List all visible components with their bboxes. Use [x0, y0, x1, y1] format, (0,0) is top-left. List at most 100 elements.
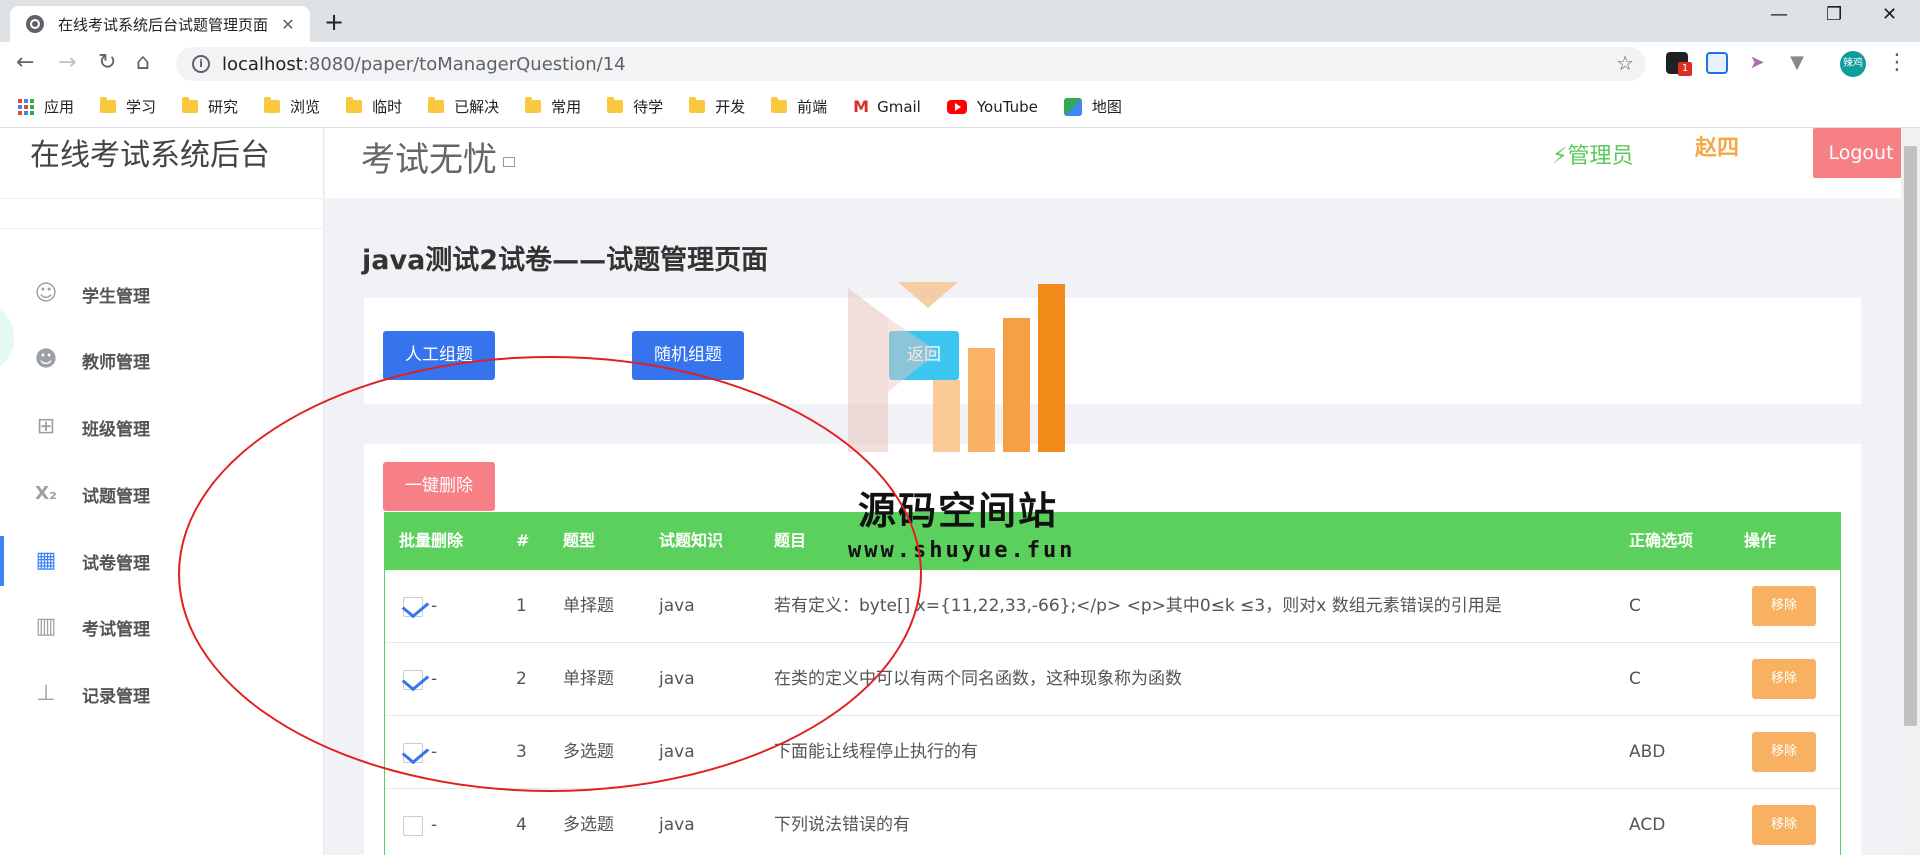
divider: [0, 228, 324, 229]
bookmark-label: 地图: [1091, 98, 1122, 116]
folder-icon: [100, 97, 117, 113]
class-icon: ⊞: [36, 414, 56, 439]
browser-tabstrip: 在线考试系统后台试题管理页面 ✕ + — ❐ ✕: [0, 0, 1920, 42]
vue-extension-icon[interactable]: ▼: [1786, 52, 1808, 74]
restore-icon[interactable]: ❐: [1826, 4, 1842, 25]
back-icon[interactable]: ←: [16, 50, 34, 75]
forward-icon[interactable]: →: [58, 50, 76, 75]
address-bar[interactable]: i localhost:8080/paper/toManagerQuestion…: [176, 47, 1646, 81]
url-path: :8080/paper/toManagerQuestion/14: [302, 53, 626, 75]
row-type: 多选题: [563, 742, 614, 762]
cursor-extension-icon[interactable]: ➤: [1746, 52, 1768, 74]
row-number: 1: [516, 596, 527, 616]
bookmarks-bar: 应用 学习 研究 浏览 临时 已解决 常用 待学 开发 前端 M Gmail Yo…: [0, 86, 1920, 128]
sidebar-item-label: 记录管理: [82, 686, 150, 707]
row-type: 多选题: [563, 815, 614, 835]
row-checkbox[interactable]: [403, 670, 423, 690]
column-header: 题目: [774, 531, 807, 550]
maps-icon: [1063, 97, 1082, 116]
bookmark-label: 待学: [633, 98, 664, 116]
bookmark-folder[interactable]: 前端: [771, 96, 827, 117]
home-icon[interactable]: ⌂: [136, 50, 150, 75]
sidebar-item-exams[interactable]: ▥ 考试管理: [0, 602, 324, 652]
sidebar-item-teachers[interactable]: ☻ 教师管理: [0, 335, 324, 385]
row-number: 3: [516, 742, 527, 762]
bookmark-folder[interactable]: 浏览: [264, 96, 320, 117]
folder-icon: [428, 97, 445, 113]
role-link[interactable]: ⚡管理员: [1552, 138, 1633, 170]
bookmark-label: 应用: [44, 98, 75, 116]
row-checkbox[interactable]: [403, 743, 423, 763]
browser-tab[interactable]: 在线考试系统后台试题管理页面 ✕: [10, 6, 310, 42]
table-row: - 2 单择题 java 在类的定义中可以有两个同名函数，这种现象称为函数 C …: [385, 643, 1840, 716]
row-type: 单择题: [563, 669, 614, 689]
manual-compose-button[interactable]: 人工组题: [383, 331, 495, 380]
bookmark-folder[interactable]: 开发: [689, 96, 745, 117]
remove-button[interactable]: 移除: [1752, 732, 1816, 772]
sidebar-item-papers[interactable]: ▦ 试卷管理: [0, 536, 324, 586]
row-answer: C: [1629, 596, 1641, 616]
remove-button[interactable]: 移除: [1752, 805, 1816, 845]
admin-icon: ⚡: [1552, 144, 1568, 169]
bookmark-folder[interactable]: 临时: [346, 96, 402, 117]
profile-avatar[interactable]: 辣鸡: [1840, 51, 1866, 77]
bookmark-folder[interactable]: 研究: [182, 96, 238, 117]
bookmark-folder[interactable]: 已解决: [428, 96, 499, 117]
site-title: 考试无忧: [361, 132, 515, 181]
bookmark-folder[interactable]: 待学: [607, 96, 663, 117]
column-header: 试题知识: [659, 531, 724, 550]
reload-icon[interactable]: ↻: [98, 50, 116, 75]
bookmark-star-icon[interactable]: ☆: [1616, 51, 1634, 75]
divider: [0, 198, 324, 199]
bookmark-label: 浏览: [290, 98, 321, 116]
sidebar-item-classes[interactable]: ⊞ 班级管理: [0, 402, 324, 452]
bookmark-label: 常用: [551, 98, 582, 116]
bookmark-folder[interactable]: 常用: [525, 96, 581, 117]
username: 赵四: [1695, 136, 1740, 161]
translate-extension-icon[interactable]: [1706, 52, 1728, 74]
bookmark-label: YouTube: [976, 97, 1038, 116]
bookmark-maps[interactable]: 地图: [1063, 96, 1122, 117]
row-answer: ACD: [1629, 815, 1666, 835]
row-checkbox[interactable]: [403, 816, 423, 836]
scrollbar-thumb[interactable]: [1904, 146, 1917, 726]
window-close-icon[interactable]: ✕: [1882, 4, 1897, 25]
batch-delete-button[interactable]: 一键删除: [383, 462, 495, 511]
row-dash: -: [431, 742, 438, 762]
new-tab-icon[interactable]: +: [324, 8, 344, 36]
sidebar-item-questions[interactable]: X₂ 试题管理: [0, 469, 324, 519]
minimize-icon[interactable]: —: [1770, 4, 1788, 25]
row-knowledge: java: [659, 742, 695, 762]
bookmark-label: 开发: [715, 98, 746, 116]
sidebar-item-records[interactable]: ⊥ 记录管理: [0, 669, 324, 719]
browser-menu-icon[interactable]: ⋮: [1886, 50, 1908, 75]
student-icon: ☺: [34, 281, 58, 306]
row-question: 在类的定义中可以有两个同名函数，这种现象称为函数: [774, 669, 1182, 689]
row-checkbox[interactable]: [403, 597, 423, 617]
teacher-icon: ☻: [34, 347, 58, 372]
watermark-url: www.shuyue.fun: [848, 538, 1076, 563]
site-info-icon[interactable]: i: [192, 55, 210, 73]
sidebar-item-label: 考试管理: [82, 619, 150, 640]
question-icon: X₂: [35, 483, 57, 504]
sidebar-item-students[interactable]: ☺ 学生管理: [0, 269, 324, 319]
remove-button[interactable]: 移除: [1752, 586, 1816, 626]
bookmark-folder[interactable]: 学习: [100, 96, 156, 117]
row-knowledge: java: [659, 669, 695, 689]
folder-icon: [525, 97, 542, 113]
page-scrollbar[interactable]: [1901, 128, 1920, 855]
remove-button[interactable]: 移除: [1752, 659, 1816, 699]
sidebar-item-label: 班级管理: [82, 419, 150, 440]
bookmark-gmail[interactable]: M Gmail: [853, 97, 921, 116]
random-compose-button[interactable]: 随机组题: [632, 331, 744, 380]
close-tab-icon[interactable]: ✕: [278, 15, 298, 34]
extension-icon[interactable]: 1: [1666, 52, 1692, 76]
bookmark-youtube[interactable]: YouTube: [946, 97, 1038, 116]
apps-grid-icon: [18, 98, 34, 115]
logout-button[interactable]: Logout: [1813, 128, 1909, 178]
bookmark-label: 前端: [797, 98, 828, 116]
site-title-text: 考试无忧: [361, 140, 497, 180]
back-button[interactable]: 返回: [889, 331, 959, 380]
bookmark-apps[interactable]: 应用: [18, 96, 74, 117]
page-heading: java测试2试卷——试题管理页面: [362, 245, 769, 276]
